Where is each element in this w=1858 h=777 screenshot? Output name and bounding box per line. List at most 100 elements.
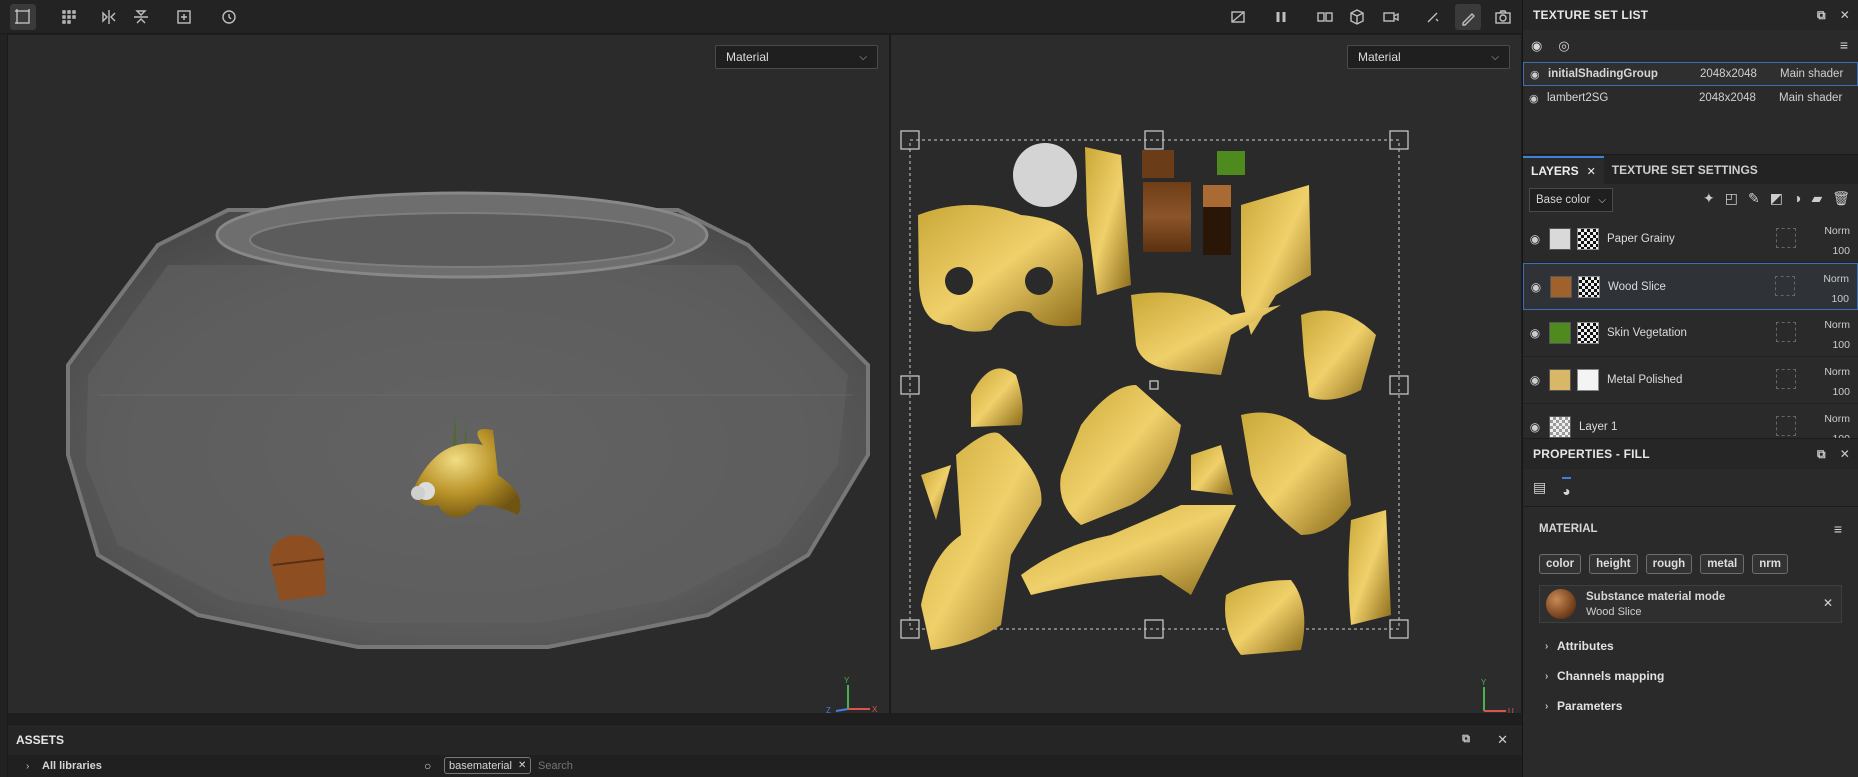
layer-mask-thumbnail[interactable] [1578,275,1600,298]
paint-mode-icon[interactable] [1455,4,1481,30]
close-icon[interactable]: ✕ [1840,447,1850,462]
texture-set-row[interactable]: ◉ initialShadingGroup 2048x2048 Main sha… [1523,62,1858,86]
layer-opacity[interactable]: 100 [1814,382,1850,402]
mirror-x-icon[interactable] [96,4,122,30]
layer-blend[interactable]: Norm 100 [1814,221,1850,261]
layer-row[interactable]: ◉ Paper Grainy Norm 100 [1523,216,1858,263]
layer-row[interactable]: ◉ Layer 1 Norm 100 [1523,404,1858,438]
layer-row[interactable]: ◉ Wood Slice Norm 100 [1523,263,1858,310]
layer-opacity[interactable]: 100 [1814,241,1850,261]
layer-row[interactable]: ◉ Skin Vegetation Norm 100 [1523,310,1858,357]
layer-blend-mode[interactable]: Norm [1814,362,1850,382]
history-icon[interactable] [216,4,242,30]
cube-icon[interactable] [1344,4,1370,30]
close-icon[interactable]: ✕ [1497,732,1508,748]
eye-icon[interactable]: ◉ [1523,420,1547,434]
eye-icon[interactable]: ◉ [1529,92,1547,105]
channel-select[interactable]: Base color ⌵ [1529,188,1613,212]
section-parameters[interactable]: › Parameters [1523,691,1858,721]
fill-icon[interactable]: ◩ [1770,190,1783,207]
split-view-icon[interactable] [1312,4,1338,30]
close-icon[interactable]: ✕ [1840,8,1850,23]
assets-search-input[interactable] [538,757,658,775]
trash-icon[interactable]: 🗑 [1832,190,1850,207]
assets-header: ASSETS ⧉ ✕ [8,725,1522,755]
selection-tool-icon[interactable] [10,4,36,30]
close-icon[interactable]: ✕ [1587,165,1596,178]
add-icon[interactable] [171,4,197,30]
eye-all-icon[interactable]: ◉ [1531,38,1542,54]
layer-blend[interactable]: Norm 100 [1814,315,1850,355]
eye-icon[interactable]: ◉ [1523,232,1547,246]
grid-icon[interactable] [56,4,82,30]
fill-settings-icon[interactable]: ▤ [1533,479,1546,496]
bake-icon[interactable] [1420,4,1446,30]
layer-blend[interactable]: Norm 100 [1814,362,1850,402]
folder-icon[interactable]: ▰ [1811,190,1822,207]
texture-set-row[interactable]: ◉ lambert2SG 2048x2048 Main shader [1523,86,1858,110]
eye-icon[interactable]: ◎ [1558,38,1569,54]
material-icon[interactable]: ◕ [1562,476,1571,499]
texture-set-shader[interactable]: Main shader [1780,68,1843,80]
eye-icon[interactable]: ◉ [1523,326,1547,340]
material-card[interactable]: Substance material mode Wood Slice ✕ [1539,585,1842,623]
uv-layout: Y U [900,130,1514,713]
texture-set-shader[interactable]: Main shader [1779,92,1842,104]
layer-mask-thumbnail[interactable] [1577,322,1599,344]
layer-blend-mode[interactable]: Norm [1814,409,1850,429]
maximize-icon[interactable]: ⧉ [1817,447,1826,462]
layer-opacity[interactable]: 100 [1814,429,1850,438]
hide-icon[interactable] [1225,4,1251,30]
chevron-right-icon[interactable]: › [26,761,29,772]
add-effect-icon[interactable]: ◰ [1725,190,1738,207]
add-mask-icon[interactable]: ◑ [1793,190,1801,207]
layer-blend[interactable]: Norm 100 [1814,409,1850,438]
tab-layers[interactable]: LAYERS ✕ [1523,156,1604,184]
channel-height-button[interactable]: height [1589,554,1638,574]
section-channels-mapping[interactable]: › Channels mapping [1523,661,1858,691]
layer-effect-slot[interactable] [1776,416,1796,436]
layer-opacity[interactable]: 100 [1813,289,1849,309]
viewport-2d[interactable]: Material ⌵ Y U [891,35,1521,713]
mirror-y-icon[interactable] [128,4,154,30]
menu-icon[interactable]: ≡ [1840,37,1848,53]
maximize-icon[interactable]: ⧉ [1462,733,1470,746]
smart-mask-icon[interactable]: ✦ [1703,190,1715,207]
screenshot-icon[interactable] [1490,4,1516,30]
tab-settings-label: TEXTURE SET SETTINGS [1611,163,1758,177]
menu-icon[interactable]: ≡ [1834,521,1842,537]
eye-icon[interactable]: ◉ [1524,280,1548,294]
close-icon[interactable]: ✕ [518,760,526,771]
filter-tag[interactable]: basematerial ✕ [444,757,532,774]
layer-blend[interactable]: Norm 100 [1813,269,1849,309]
layer-blend-mode[interactable]: Norm [1814,221,1850,241]
layer-blend-mode[interactable]: Norm [1813,269,1849,289]
tab-layers-label: LAYERS [1531,164,1579,178]
layer-effect-slot[interactable] [1775,276,1795,296]
layer-effect-slot[interactable] [1776,322,1796,342]
section-attributes[interactable]: › Attributes [1523,631,1858,661]
assets-library-label[interactable]: All libraries [42,760,102,772]
material-preview[interactable] [1546,589,1576,619]
channel-rough-button[interactable]: rough [1645,554,1693,574]
viewport-3d[interactable]: Material ⌵ Y X Z [8,35,889,713]
eye-icon[interactable]: ◉ [1523,373,1547,387]
eye-icon[interactable]: ◉ [1530,68,1548,81]
channel-metal-button[interactable]: metal [1700,554,1745,574]
layer-opacity[interactable]: 100 [1814,335,1850,355]
layer-effect-slot[interactable] [1776,369,1796,389]
layer-row[interactable]: ◉ Metal Polished Norm 100 [1523,357,1858,404]
maximize-icon[interactable]: ⧉ [1817,8,1826,23]
camera-video-icon[interactable] [1378,4,1404,30]
close-icon[interactable]: ✕ [1823,596,1833,610]
layer-blend-mode[interactable]: Norm [1814,315,1850,335]
channel-nrm-button[interactable]: nrm [1752,554,1788,574]
layer-mask-thumbnail[interactable] [1577,228,1599,250]
channel-color-button[interactable]: color [1539,554,1582,574]
pause-icon[interactable] [1268,4,1294,30]
uv-axis-u-label: U [1508,707,1514,713]
layer-effect-slot[interactable] [1776,228,1796,248]
layer-mask-thumbnail[interactable] [1577,369,1599,391]
tab-texture-set-settings[interactable]: TEXTURE SET SETTINGS [1604,156,1766,184]
brush-icon[interactable]: ✎ [1748,190,1760,207]
